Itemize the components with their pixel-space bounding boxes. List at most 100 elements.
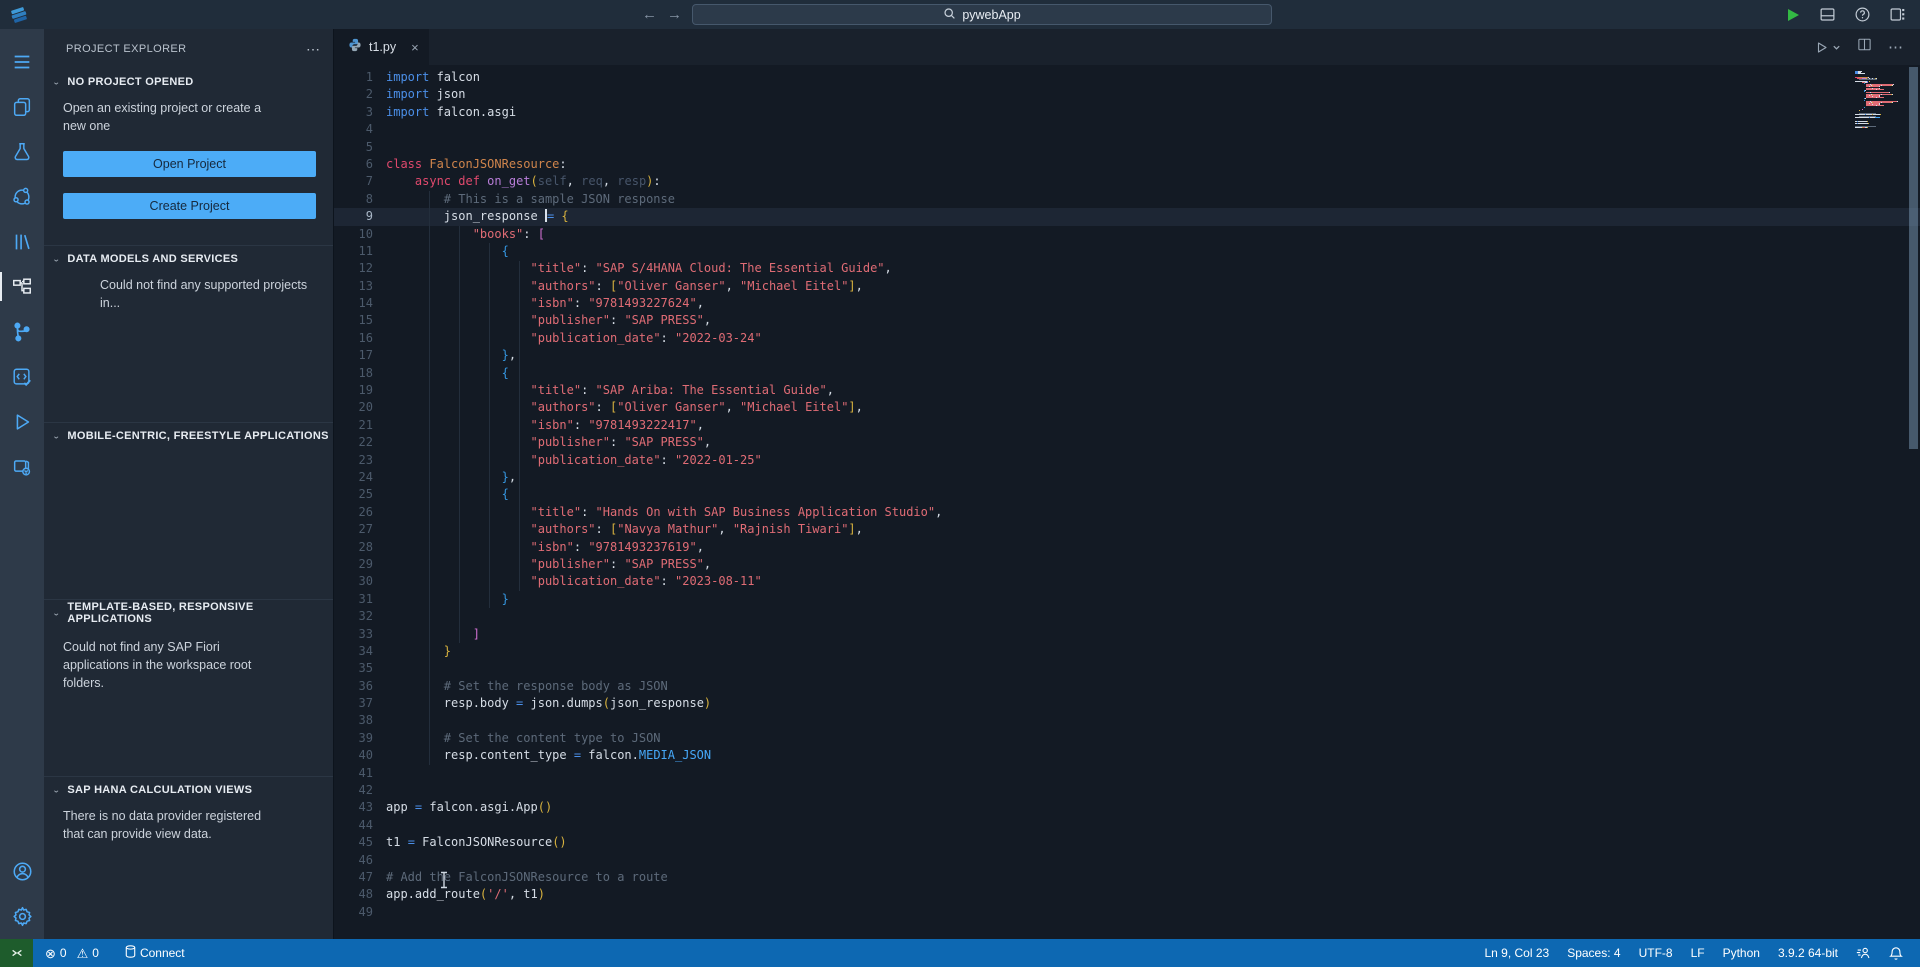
code-line[interactable]: 16 "publication_date": "2022-03-24" — [334, 330, 1920, 347]
code-line[interactable]: 17 }, — [334, 347, 1920, 364]
open-project-button[interactable]: Open Project — [63, 151, 316, 177]
menu-icon[interactable] — [0, 39, 44, 84]
encoding-status[interactable]: UTF-8 — [1630, 946, 1682, 960]
code-line[interactable]: 8 # This is a sample JSON response — [334, 191, 1920, 208]
code-line[interactable]: 40 resp.content_type = falcon.MEDIA_JSON — [334, 747, 1920, 764]
code-line[interactable]: 12 "title": "SAP S/4HANA Cloud: The Esse… — [334, 260, 1920, 277]
code-line[interactable]: 3import falcon.asgi — [334, 104, 1920, 121]
editor: t1.py × ⋯ — [334, 29, 1920, 939]
help-icon[interactable] — [1854, 6, 1871, 23]
run-button[interactable] — [1785, 7, 1801, 23]
test-flask-icon[interactable] — [0, 129, 44, 174]
code-line[interactable]: 42 — [334, 782, 1920, 799]
code-line[interactable]: 4 — [334, 121, 1920, 138]
code-line[interactable]: 41 — [334, 765, 1920, 782]
section-header-template[interactable]: ⌄ TEMPLATE-BASED, RESPONSIVE APPLICATION… — [44, 600, 333, 626]
editor-scrollbar[interactable] — [1909, 67, 1918, 449]
customize-layout-icon[interactable] — [1889, 6, 1906, 23]
remote-indicator[interactable] — [0, 939, 33, 967]
connect-status[interactable]: Connect — [117, 945, 193, 961]
code-line[interactable]: 7 async def on_get(self, req, resp): — [334, 173, 1920, 190]
line-number: 36 — [334, 678, 386, 695]
code-line[interactable]: 24 }, — [334, 469, 1920, 486]
code-area[interactable]: 1import falcon2import json3import falcon… — [334, 65, 1920, 939]
code-line[interactable]: 49 — [334, 904, 1920, 921]
code-line[interactable]: 27 "authors": ["Navya Mathur", "Rajnish … — [334, 521, 1920, 538]
code-line[interactable]: 31 } — [334, 591, 1920, 608]
section-header-mobile[interactable]: ⌄ MOBILE-CENTRIC, FREESTYLE APPLICATIONS — [44, 423, 333, 449]
problems-status[interactable]: ⊗ 0 ⚠ 0 — [37, 946, 107, 960]
code-line[interactable]: 35 — [334, 660, 1920, 677]
line-number: 44 — [334, 817, 386, 834]
minimap[interactable] — [1855, 71, 1905, 129]
code-line[interactable]: 47# Add the FalconJSONResource to a rout… — [334, 869, 1920, 886]
feedback-icon[interactable] — [1847, 946, 1880, 960]
code-line[interactable]: 22 "publisher": "SAP PRESS", — [334, 434, 1920, 451]
language-status[interactable]: Python — [1714, 946, 1769, 960]
code-line[interactable]: 32 — [334, 608, 1920, 625]
section-header-data-models[interactable]: ⌄ DATA MODELS AND SERVICES — [44, 246, 333, 272]
section-header-hana[interactable]: ⌄ SAP HANA CALCULATION VIEWS — [44, 777, 333, 803]
run-panel-icon[interactable] — [0, 399, 44, 444]
tab-close-icon[interactable]: × — [411, 40, 419, 55]
code-line[interactable]: 33 ] — [334, 626, 1920, 643]
code-line[interactable]: 20 "authors": ["Oliver Ganser", "Michael… — [334, 399, 1920, 416]
code-line[interactable]: 9 json_response = { — [334, 208, 1920, 225]
code-check-icon[interactable] — [0, 354, 44, 399]
code-line[interactable]: 19 "title": "SAP Ariba: The Essential Gu… — [334, 382, 1920, 399]
code-line[interactable]: 18 { — [334, 365, 1920, 382]
section-header-no-project[interactable]: ⌄ NO PROJECT OPENED — [44, 69, 333, 95]
hierarchy-icon[interactable] — [0, 264, 44, 309]
code-line[interactable]: 48app.add_route('/', t1) — [334, 886, 1920, 903]
code-line[interactable]: 6class FalconJSONResource: — [334, 156, 1920, 173]
projects-icon[interactable] — [0, 84, 44, 129]
code-line[interactable]: 37 resp.body = json.dumps(json_response) — [334, 695, 1920, 712]
eol-status[interactable]: LF — [1682, 946, 1714, 960]
code-line[interactable]: 5 — [334, 139, 1920, 156]
code-line[interactable]: 14 "isbn": "9781493227624", — [334, 295, 1920, 312]
settings-gear-icon[interactable] — [0, 894, 44, 939]
code-line[interactable]: 13 "authors": ["Oliver Ganser", "Michael… — [334, 278, 1920, 295]
code-line[interactable]: 26 "title": "Hands On with SAP Business … — [334, 504, 1920, 521]
code-line[interactable]: 29 "publisher": "SAP PRESS", — [334, 556, 1920, 573]
code-line[interactable]: 11 { — [334, 243, 1920, 260]
code-line[interactable]: 10 "books": [ — [334, 226, 1920, 243]
code-line[interactable]: 25 { — [334, 486, 1920, 503]
code-line[interactable]: 15 "publisher": "SAP PRESS", — [334, 312, 1920, 329]
notifications-bell-icon[interactable] — [1880, 946, 1912, 961]
create-project-button[interactable]: Create Project — [63, 193, 316, 219]
code-line[interactable]: 45t1 = FalconJSONResource() — [334, 834, 1920, 851]
code-line[interactable]: 2import json — [334, 86, 1920, 103]
sidebar-more-icon[interactable]: ⋯ — [306, 41, 321, 58]
library-icon[interactable] — [0, 219, 44, 264]
connector-icon[interactable] — [0, 444, 44, 489]
code-line[interactable]: 30 "publication_date": "2023-08-11" — [334, 573, 1920, 590]
account-icon[interactable] — [0, 849, 44, 894]
code-line[interactable]: 43app = falcon.asgi.App() — [334, 799, 1920, 816]
code-line[interactable]: 36 # Set the response body as JSON — [334, 678, 1920, 695]
cursor-position-status[interactable]: Ln 9, Col 23 — [1475, 946, 1558, 960]
fork-icon[interactable] — [0, 309, 44, 354]
code-line[interactable]: 39 # Set the content type to JSON — [334, 730, 1920, 747]
command-search-box[interactable]: pywebApp — [692, 4, 1272, 25]
back-arrow-icon[interactable]: ← — [642, 7, 657, 22]
section-hana: ⌄ SAP HANA CALCULATION VIEWS There is no… — [44, 776, 333, 843]
code-line[interactable]: 21 "isbn": "9781493222417", — [334, 417, 1920, 434]
split-editor-icon[interactable] — [1857, 37, 1872, 57]
code-line[interactable]: 38 — [334, 712, 1920, 729]
editor-more-icon[interactable]: ⋯ — [1888, 38, 1904, 56]
run-file-icon[interactable] — [1814, 40, 1841, 55]
forward-arrow-icon[interactable]: → — [667, 7, 682, 22]
code-line[interactable]: 23 "publication_date": "2022-01-25" — [334, 452, 1920, 469]
line-number: 32 — [334, 608, 386, 625]
tab-t1py[interactable]: t1.py × — [334, 29, 429, 65]
code-line[interactable]: 44 — [334, 817, 1920, 834]
indentation-status[interactable]: Spaces: 4 — [1558, 946, 1629, 960]
share-network-icon[interactable] — [0, 174, 44, 219]
toggle-panel-icon[interactable] — [1819, 6, 1836, 23]
code-line[interactable]: 46 — [334, 852, 1920, 869]
code-line[interactable]: 28 "isbn": "9781493237619", — [334, 539, 1920, 556]
code-line[interactable]: 34 } — [334, 643, 1920, 660]
code-line[interactable]: 1import falcon — [334, 69, 1920, 86]
interpreter-status[interactable]: 3.9.2 64-bit — [1769, 946, 1847, 960]
